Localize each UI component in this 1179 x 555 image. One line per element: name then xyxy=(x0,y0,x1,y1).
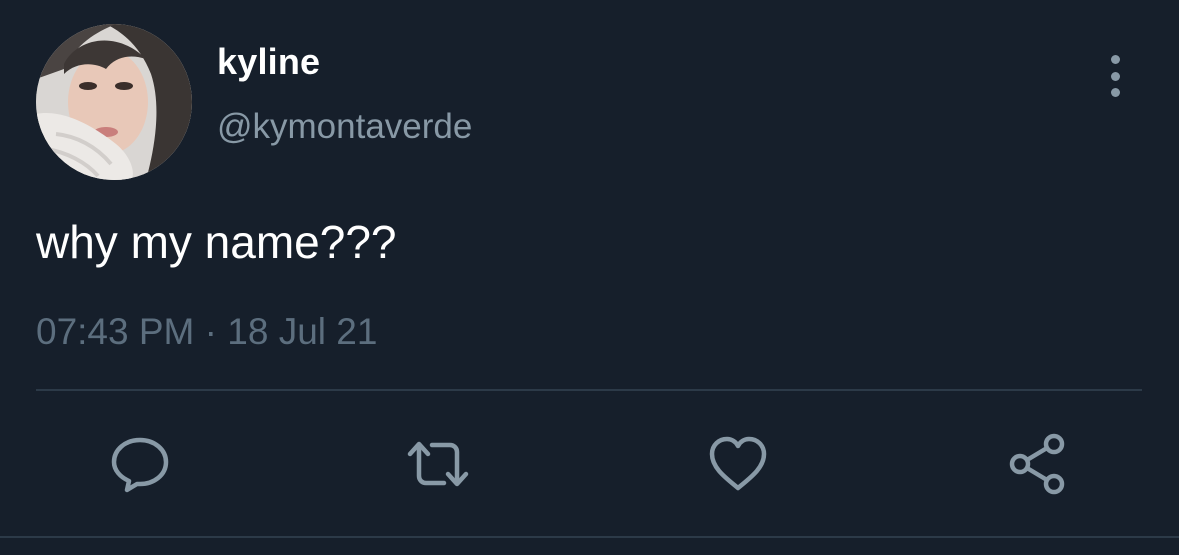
bottom-divider xyxy=(0,536,1179,538)
meta-separator: · xyxy=(204,311,217,352)
display-name[interactable]: kyline xyxy=(217,40,320,84)
divider xyxy=(36,389,1142,391)
avatar[interactable] xyxy=(36,24,192,180)
heart-icon xyxy=(709,436,767,491)
more-dot xyxy=(1110,71,1120,81)
tweet-text: why my name??? xyxy=(36,216,397,268)
share-button[interactable] xyxy=(1006,432,1070,496)
more-dot xyxy=(1110,88,1120,97)
like-button[interactable] xyxy=(706,432,770,496)
more-dot xyxy=(1110,55,1120,64)
tweet: kyline @kymontaverde why my name??? 07:4… xyxy=(0,0,1179,555)
reply-icon xyxy=(111,437,169,493)
action-bar xyxy=(0,432,1179,496)
retweet-button[interactable] xyxy=(406,432,470,496)
tweet-timestamp: 07:43 PM · 18 Jul 21 xyxy=(36,309,377,355)
avatar-image xyxy=(36,24,192,180)
more-vertical-icon[interactable] xyxy=(1100,55,1130,97)
tweet-time: 07:43 PM xyxy=(36,311,195,352)
user-handle[interactable]: @kymontaverde xyxy=(217,105,472,149)
retweet-icon xyxy=(407,441,469,487)
reply-button[interactable] xyxy=(108,432,172,496)
tweet-date: 18 Jul 21 xyxy=(227,311,378,352)
share-icon xyxy=(1009,433,1065,495)
